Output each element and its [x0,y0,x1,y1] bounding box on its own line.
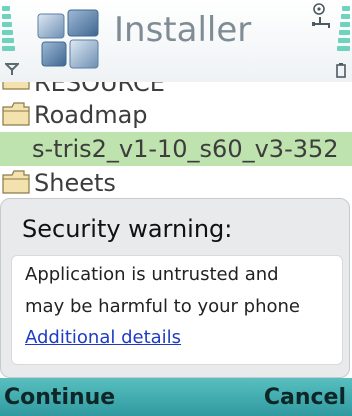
folder-icon [2,170,30,194]
signal-strength-bars [2,6,16,54]
list-item-selected[interactable]: s-tris2_v1-10_s60_v3-352 [0,132,352,166]
file-list: RESOURCE Roadmap s-tris2_v1-10_s60_v3-35… [0,82,352,200]
antenna-icon [5,63,19,75]
folder-icon [2,82,30,90]
dialog-message-line: may be harmful to your phone [25,296,301,317]
list-item-label: Sheets [34,169,116,197]
app-title: Installer [114,10,252,50]
connection-icon [312,3,330,28]
battery-level-bars [336,6,350,54]
dialog-message-line: Application is untrusted and [25,264,279,285]
list-item-label: s-tris2_v1-10_s60_v3-352 [32,135,339,163]
continue-button[interactable]: Continue [4,381,115,415]
dialog-message-box: Application is untrusted and may be harm… [11,255,343,365]
cancel-button[interactable]: Cancel [264,381,346,415]
list-item-label: RESOURCE [34,82,165,97]
installer-blocks-icon [37,9,99,69]
additional-details-link[interactable]: Additional details [25,325,181,351]
battery-icon [336,63,346,78]
folder-icon [2,102,30,126]
dialog-heading: Security warning: [22,215,233,243]
list-item[interactable]: Sheets [0,166,352,200]
softkey-bar: Continue Cancel [0,378,352,416]
status-bar: Installer [0,0,352,82]
list-item[interactable]: RESOURCE [0,82,352,98]
list-item[interactable]: Roadmap [0,98,352,132]
list-item-label: Roadmap [34,101,148,129]
security-warning-dialog: Security warning: Application is untrust… [0,198,350,378]
